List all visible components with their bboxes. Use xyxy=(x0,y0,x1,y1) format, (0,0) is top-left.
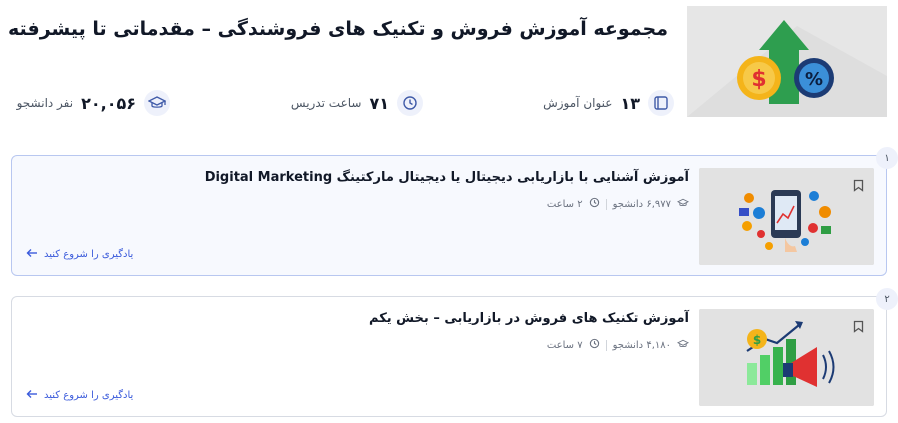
stat-students-value: ۲۰,۰۵۶ xyxy=(81,93,136,113)
stat-lessons: ۱۳ عنوان آموزش xyxy=(543,90,674,116)
stat-students-label: نفر دانشجو xyxy=(16,96,74,110)
course-cover-image: $ % xyxy=(687,6,887,117)
graduation-cap-icon xyxy=(676,198,690,211)
stat-lessons-value: ۱۳ xyxy=(620,93,640,113)
course-title: مجموعه آموزش فروش و تکنیک های فروشندگی –… xyxy=(7,18,668,40)
item-hours: ۷ ساعت xyxy=(546,339,583,351)
start-learning-link[interactable]: یادگیری را شروع کنید xyxy=(26,389,133,402)
lessons-icon xyxy=(648,90,674,116)
graduation-cap-icon xyxy=(676,339,690,352)
course-item-card[interactable]: ۲ $ آموزش تکنیک های فروش در بازاریابی – … xyxy=(11,288,898,417)
stat-hours-label: ساعت تدریس xyxy=(290,96,362,110)
item-students: ۶,۹۷۷ دانشجو xyxy=(612,198,671,210)
start-learning-link[interactable]: یادگیری را شروع کنید xyxy=(26,248,133,261)
svg-text:$: $ xyxy=(751,67,766,92)
stat-students: ۲۰,۰۵۶ نفر دانشجو xyxy=(17,90,170,116)
item-title[interactable]: آموزش تکنیک های فروش در بازاریابی – بخش … xyxy=(369,311,689,326)
item-hours: ۲ ساعت xyxy=(546,198,583,210)
clock-icon xyxy=(397,90,423,116)
bookmark-icon[interactable] xyxy=(853,318,864,337)
clock-icon xyxy=(589,197,600,211)
item-title[interactable]: آموزش آشنایی با بازاریابی دیجیتال یا دیج… xyxy=(205,170,689,185)
graduation-cap-icon xyxy=(144,90,170,116)
item-thumbnail: $ xyxy=(699,309,874,406)
start-learning-label: یادگیری را شروع کنید xyxy=(44,390,134,401)
stat-hours-value: ۷۱ xyxy=(369,93,389,113)
course-item-card[interactable]: ۱ آموزش آشنایی با بازاریابی دیجیتال یا د… xyxy=(11,147,898,276)
arrow-left-icon xyxy=(26,389,38,402)
item-index-badge: ۲ xyxy=(876,288,898,310)
item-meta: ۴,۱۸۰ دانشجو ۷ ساعت xyxy=(546,338,690,352)
item-thumbnail xyxy=(699,168,874,265)
svg-text:$: $ xyxy=(753,333,761,347)
item-index-badge: ۱ xyxy=(876,147,898,169)
item-meta: ۶,۹۷۷ دانشجو ۲ ساعت xyxy=(546,197,690,211)
clock-icon xyxy=(589,338,600,352)
bookmark-icon[interactable] xyxy=(853,177,864,196)
meta-divider xyxy=(605,339,607,351)
svg-text:%: % xyxy=(805,69,823,90)
item-students: ۴,۱۸۰ دانشجو xyxy=(612,339,671,351)
start-learning-label: یادگیری را شروع کنید xyxy=(44,249,134,260)
arrow-left-icon xyxy=(26,248,38,261)
stat-hours: ۷۱ ساعت تدریس xyxy=(291,90,423,116)
stat-lessons-label: عنوان آموزش xyxy=(543,96,613,110)
meta-divider xyxy=(605,198,607,210)
